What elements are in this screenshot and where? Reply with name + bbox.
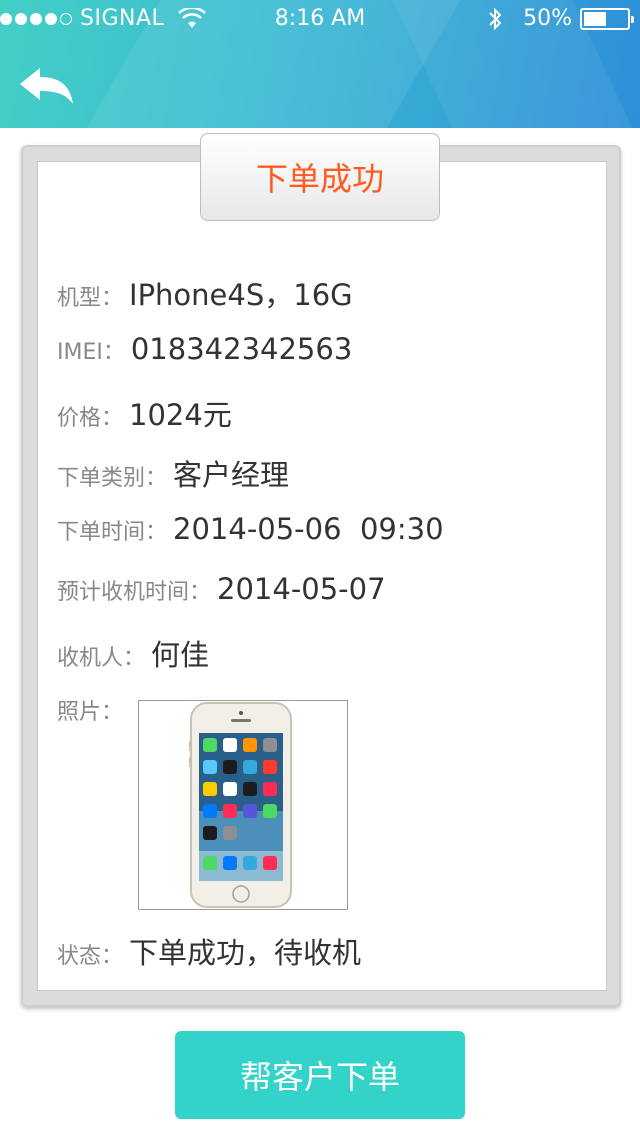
battery-icon — [580, 7, 634, 30]
order-time-value: 2014-05-06 09:30 — [173, 512, 444, 546]
order-type-label: 下单类别： — [57, 466, 168, 491]
pickup-time-value: 2014-05-07 — [217, 572, 386, 606]
status-value: 下单成功，待收机 — [129, 936, 362, 970]
photo-row: 照片： — [57, 694, 123, 726]
price-value: 1024元 — [129, 398, 232, 432]
order-type-row: 下单类别： 客户经理 — [57, 452, 289, 494]
pickup-time-label: 预计收机时间： — [57, 580, 212, 605]
photo-label: 照片： — [57, 700, 124, 725]
status-right: 50% — [487, 6, 634, 31]
imei-label: IMEI： — [57, 340, 125, 365]
order-title: 下单成功 — [200, 133, 440, 221]
battery-percent: 50% — [523, 6, 572, 31]
receiver-label: 收机人： — [57, 646, 146, 671]
imei-value: 018342342563 — [130, 332, 353, 366]
order-time-row: 下单时间： 2014-05-06 09:30 — [57, 512, 444, 546]
order-type-value: 客户经理 — [173, 458, 290, 492]
model-label: 机型： — [57, 286, 124, 311]
status-label: 状态： — [57, 944, 124, 969]
back-arrow-icon[interactable] — [16, 64, 78, 108]
order-time-label: 下单时间： — [57, 520, 168, 545]
status-row: 状态： 下单成功，待收机 — [57, 930, 361, 972]
price-row: 价格： 1024元 — [57, 392, 232, 434]
model-row: 机型： IPhone4S，16G — [57, 272, 353, 314]
app-header: SIGNAL 8:16 AM 50% — [0, 0, 640, 128]
bluetooth-icon — [489, 7, 502, 30]
phone-photo[interactable] — [138, 700, 348, 910]
receiver-row: 收机人： 何佳 — [57, 632, 209, 674]
pickup-time-row: 预计收机时间： 2014-05-07 — [57, 572, 386, 606]
model-value: IPhone4S，16G — [129, 278, 353, 312]
price-label: 价格： — [57, 406, 124, 431]
status-bar: SIGNAL 8:16 AM 50% — [0, 0, 640, 40]
help-customer-order-button[interactable]: 帮客户下单 — [175, 1031, 465, 1119]
imei-row: IMEI： 018342342563 — [57, 332, 352, 366]
receiver-value: 何佳 — [151, 638, 210, 672]
phone-image — [189, 702, 292, 908]
